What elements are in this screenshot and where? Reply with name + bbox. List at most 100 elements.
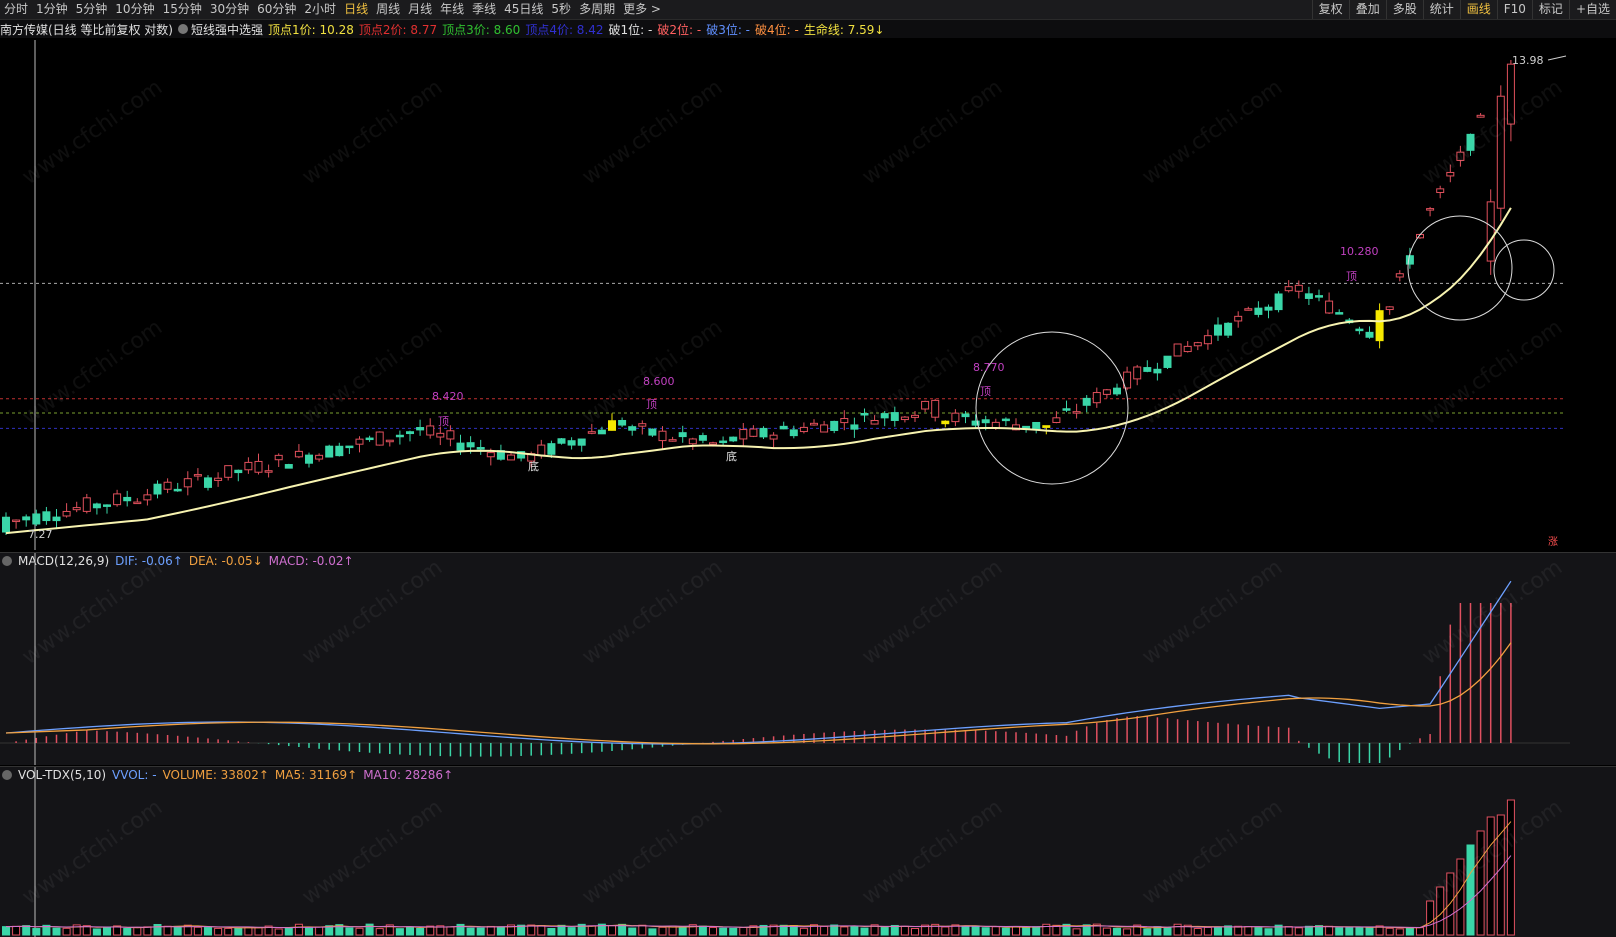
volume-bar <box>739 927 748 936</box>
vol-ma10-line <box>5 855 1512 929</box>
candle-body <box>789 429 798 437</box>
period-tab[interactable]: 5分钟 <box>72 0 112 19</box>
period-tab[interactable]: 1分钟 <box>32 0 72 19</box>
volume-bar <box>638 924 647 936</box>
candle-body <box>1254 307 1263 315</box>
volume-bar <box>133 926 142 936</box>
toolbar-action-button[interactable]: 复权 <box>1311 0 1349 19</box>
indicator-value: 顶点4价: 8.42 <box>525 22 604 37</box>
candle-body <box>1224 322 1233 336</box>
macd-panel[interactable]: MACD(12,26,9) DIF: -0.06↑ DEA: -0.05↓ MA… <box>0 552 1616 765</box>
toolbar-action-button[interactable]: 统计 <box>1422 0 1460 19</box>
volume-bar <box>1345 927 1354 936</box>
toolbar-action-button[interactable]: +自选 <box>1568 0 1616 19</box>
candle-body <box>810 422 818 426</box>
candle-body <box>294 450 303 458</box>
volume-bar <box>1355 926 1364 936</box>
period-tab[interactable]: 月线 <box>404 0 436 19</box>
indicator-value: 顶点3价: 8.60 <box>442 22 521 37</box>
period-tab[interactable]: 2小时 <box>300 0 340 19</box>
vol-ma5-line <box>5 821 1512 929</box>
bottom-mark: 底 <box>528 459 539 473</box>
toolbar-action-button[interactable]: 标记 <box>1531 0 1569 19</box>
stock-title: 南方传媒(日线 等比前复权 对数) <box>0 22 173 37</box>
volume-panel[interactable]: VOL-TDX(5,10) VVOL: - VOLUME: 33802↑ MA5… <box>0 766 1616 937</box>
toolbar-action-button[interactable]: F10 <box>1496 0 1532 19</box>
period-tabs: 分时 1分钟 5分钟 10分钟 15分钟 30分钟 60分钟 2小时 日线 周线 月线 年线 季线 45日… <box>0 0 665 19</box>
volume-bar <box>911 928 919 936</box>
candle-body <box>860 413 869 416</box>
volume-bar <box>547 928 556 936</box>
indicator-toggle-icon[interactable] <box>178 24 188 34</box>
period-tab[interactable]: 季线 <box>468 0 500 19</box>
candle-body <box>446 430 455 440</box>
candle-body <box>375 431 384 446</box>
volume-bar <box>1385 927 1394 936</box>
candle-body <box>1294 284 1303 292</box>
candle-body <box>1032 421 1041 430</box>
period-tab[interactable]: 更多 > <box>619 0 665 19</box>
volume-bar <box>941 926 950 936</box>
candle-body <box>466 442 475 448</box>
candle-body <box>395 434 404 438</box>
volume-bar <box>1193 928 1202 936</box>
volume-bar <box>981 927 990 936</box>
candle-body <box>739 429 748 440</box>
volume-bar <box>1022 926 1031 936</box>
volume-bar <box>1476 830 1485 936</box>
period-tab[interactable]: 周线 <box>372 0 404 19</box>
period-tab[interactable]: 30分钟 <box>206 0 253 19</box>
top-mark: 顶 <box>980 385 991 398</box>
candle-body <box>436 432 445 438</box>
candle-body <box>1082 397 1091 406</box>
period-tab[interactable]: 多周期 <box>575 0 619 19</box>
volume-bar <box>799 927 808 936</box>
volume-bar <box>224 927 233 936</box>
toolbar-action-button[interactable]: 画线 <box>1459 0 1497 19</box>
candle-body <box>931 399 940 418</box>
candle-body <box>234 469 243 474</box>
volume-bar <box>1163 927 1172 936</box>
candle-body <box>365 437 374 441</box>
candle-body <box>72 507 81 511</box>
bottom-mark: 底 <box>726 449 737 463</box>
candlestick-chart[interactable]: 8.420 8.600 8.770 10.280 顶顶顶顶底底 13.98 7.27 涨 <box>0 40 1616 550</box>
indicator-name[interactable]: 短线强中选强 <box>191 21 263 38</box>
period-tab[interactable]: 5秒 <box>547 0 575 19</box>
volume-bar <box>840 926 849 936</box>
candle-body <box>173 488 182 492</box>
high-arrow <box>1547 55 1567 61</box>
candle-body <box>1193 342 1202 347</box>
period-tab[interactable]: 10分钟 <box>111 0 158 19</box>
candle-body <box>900 416 909 421</box>
candle-body <box>608 420 616 431</box>
candle-body <box>668 439 677 442</box>
period-tab[interactable]: 年线 <box>436 0 468 19</box>
period-tab[interactable]: 日线 <box>340 0 372 19</box>
period-tab[interactable]: 15分钟 <box>159 0 206 19</box>
candle-body <box>1284 286 1293 292</box>
volume-bar <box>92 928 101 936</box>
candle-body <box>82 497 91 512</box>
candle-body <box>284 464 293 469</box>
dif-line <box>5 580 1512 745</box>
indicator-value: 破4位: - <box>755 22 799 37</box>
volume-bar <box>537 925 546 936</box>
period-tab[interactable]: 60分钟 <box>253 0 300 19</box>
volume-bar <box>274 928 283 936</box>
volume-bar <box>2 926 10 936</box>
candle-body <box>264 470 273 473</box>
toolbar-action-button[interactable]: 多股 <box>1385 0 1423 19</box>
volume-bar <box>1254 927 1263 936</box>
volume-bar <box>1032 926 1041 936</box>
period-tab[interactable]: 45日线 <box>500 0 547 19</box>
candle-body <box>507 454 515 461</box>
period-tab[interactable]: 分时 <box>0 0 32 19</box>
volume-bar <box>860 927 869 936</box>
candle-body <box>1476 114 1485 118</box>
volume-bar <box>850 925 859 936</box>
toolbar-action-button[interactable]: 叠加 <box>1348 0 1386 19</box>
candle-body <box>880 413 889 419</box>
volume-bar <box>729 927 738 936</box>
candle-body <box>1496 95 1505 209</box>
